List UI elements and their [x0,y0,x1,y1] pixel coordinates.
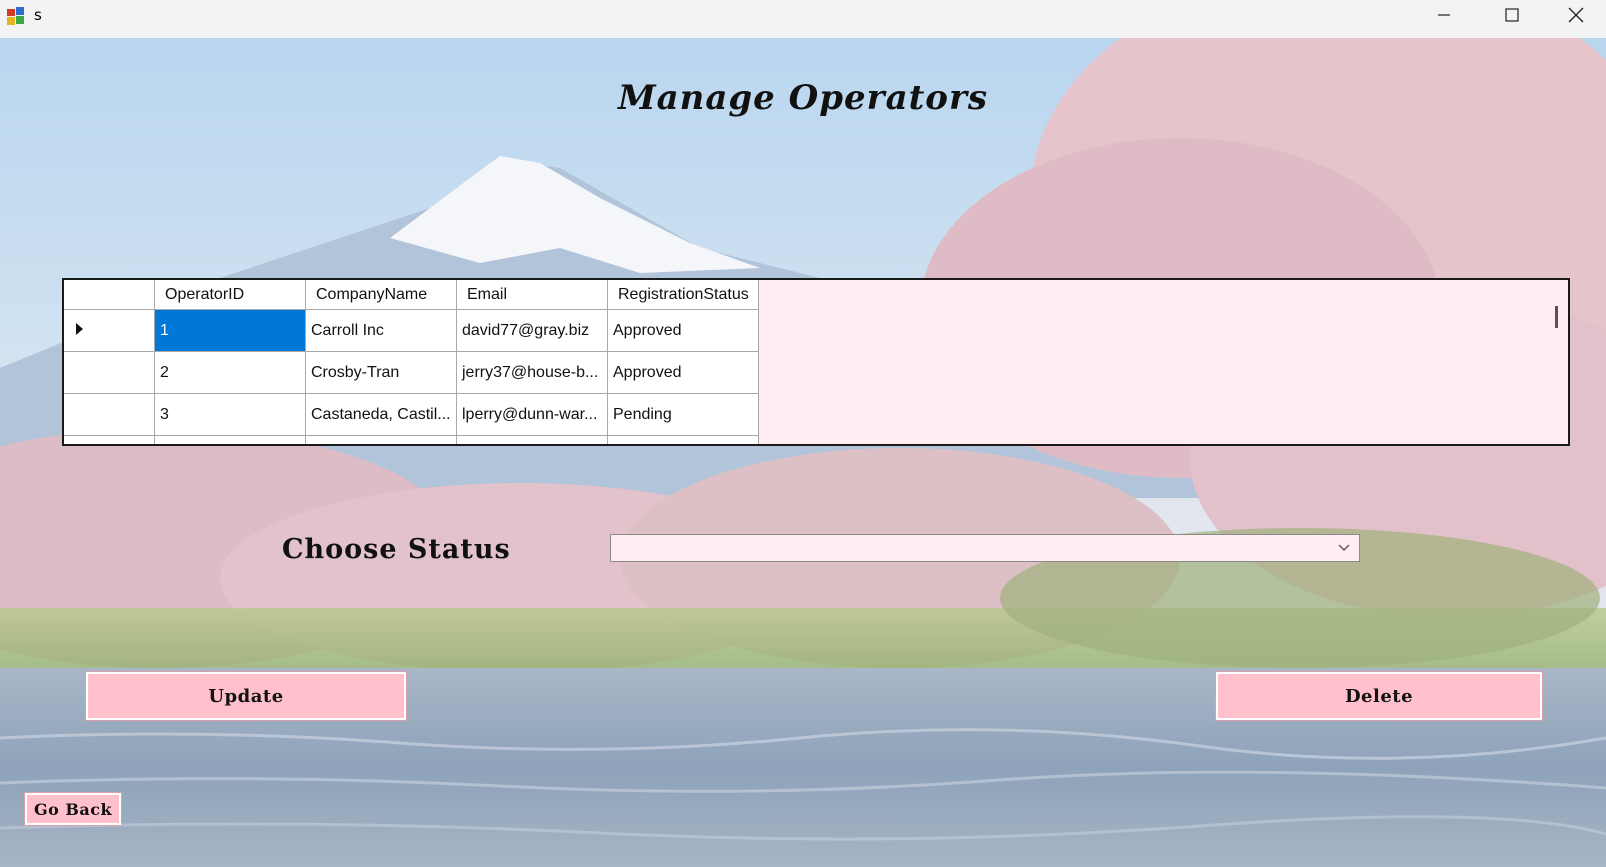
row-header[interactable] [64,309,155,352]
client-area: Manage Operators OperatorID CompanyName … [0,38,1606,867]
column-header-registrationstatus[interactable]: RegistrationStatus [607,280,759,310]
current-row-arrow-icon [76,322,83,335]
delete-button[interactable]: Delete [1216,672,1542,720]
table-row[interactable]: 1 Carroll Inc david77@gray.biz Approved [64,309,759,352]
app-window: s Manage Operators OperatorID CompanyNam… [0,0,1606,867]
table-row[interactable]: 3 Castaneda, Castil... lperry@dunn-war..… [64,393,759,436]
maximize-icon [1505,8,1519,22]
cell-companyname[interactable]: Crosby-Tran [305,351,457,394]
title-bar[interactable]: s [0,0,1606,39]
row-header-corner [64,280,155,310]
table-row-partial[interactable] [64,435,759,444]
cell-companyname[interactable]: Carroll Inc [305,309,457,352]
window-title: s [34,6,42,24]
cell-empty [456,435,608,444]
operators-grid[interactable]: OperatorID CompanyName Email Registratio… [62,278,1570,446]
cell-email[interactable]: david77@gray.biz [456,309,608,352]
operators-table: OperatorID CompanyName Email Registratio… [64,280,759,444]
table-row[interactable]: 2 Crosby-Tran jerry37@house-b... Approve… [64,351,759,394]
close-button[interactable] [1546,0,1606,30]
cell-empty [607,435,759,444]
row-header [64,435,155,444]
go-back-button[interactable]: Go Back [25,793,121,825]
column-header-companyname[interactable]: CompanyName [305,280,457,310]
table-header-row: OperatorID CompanyName Email Registratio… [64,280,759,310]
background-landscape-image [0,38,1606,867]
update-button[interactable]: Update [86,672,406,720]
cell-empty [154,435,306,444]
cell-registrationstatus[interactable]: Pending [607,393,759,436]
cell-operatorid[interactable]: 3 [154,393,306,436]
column-header-email[interactable]: Email [456,280,608,310]
status-dropdown[interactable] [610,534,1360,562]
cell-registrationstatus[interactable]: Approved [607,309,759,352]
cell-registrationstatus[interactable]: Approved [607,351,759,394]
grid-vertical-scrollbar[interactable] [1546,280,1568,444]
close-icon [1568,7,1584,23]
cell-email[interactable]: jerry37@house-b... [456,351,608,394]
chevron-down-icon [1338,544,1350,551]
minimize-button[interactable] [1410,0,1478,30]
cell-email[interactable]: lperry@dunn-war... [456,393,608,436]
scrollbar-thumb[interactable] [1555,306,1558,328]
column-header-operatorid[interactable]: OperatorID [154,280,306,310]
cell-empty [305,435,457,444]
maximize-button[interactable] [1478,0,1546,30]
row-header[interactable] [64,351,155,394]
minimize-icon [1438,14,1450,16]
app-icon [6,6,26,26]
cell-companyname[interactable]: Castaneda, Castil... [305,393,457,436]
cell-operatorid[interactable]: 1 [154,309,306,352]
row-header[interactable] [64,393,155,436]
page-title: Manage Operators [617,78,989,118]
cell-operatorid[interactable]: 2 [154,351,306,394]
choose-status-label: Choose Status [282,534,511,565]
